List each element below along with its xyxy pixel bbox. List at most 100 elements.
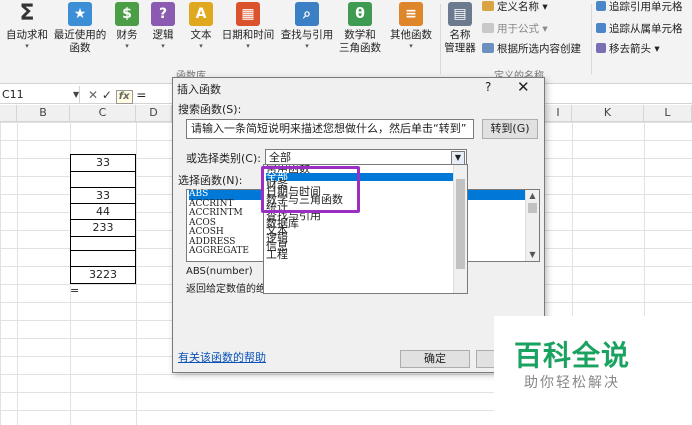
function-description: 返回给定数值的绝 bbox=[186, 284, 266, 295]
logical-button[interactable]: ? 逻辑 ▾ bbox=[146, 0, 180, 70]
column-header-d[interactable]: D bbox=[136, 105, 172, 122]
chevron-down-icon: ▾ bbox=[246, 42, 250, 50]
trace-precedents-icon bbox=[596, 1, 606, 11]
create-from-selection-button[interactable]: 根据所选内容创建 bbox=[482, 42, 581, 56]
formula-bar-icons: ✕ ✓ fx = bbox=[88, 86, 146, 104]
column-header-k[interactable]: K bbox=[572, 105, 644, 122]
name-box[interactable]: C11 bbox=[0, 86, 80, 104]
list-item[interactable]: 信息 bbox=[266, 241, 467, 252]
autosum-label: 自动求和 bbox=[6, 29, 48, 41]
recent-functions-label: 最近使用的 函数 bbox=[53, 29, 107, 54]
confirm-entry-icon[interactable]: ✓ bbox=[102, 88, 112, 102]
math-trig-button[interactable]: θ 数学和 三角函数 bbox=[336, 0, 384, 70]
scroll-thumb[interactable] bbox=[456, 179, 465, 269]
column-header-c[interactable]: C bbox=[70, 105, 136, 122]
create-from-selection-label: 根据所选内容创建 bbox=[497, 43, 581, 55]
use-in-formula-button[interactable]: 用于公式 ▾ bbox=[482, 22, 548, 36]
financial-label: 财务 bbox=[116, 29, 138, 41]
name-manager-label: 名称 管理器 bbox=[444, 29, 476, 54]
define-name-button[interactable]: 定义名称 ▾ bbox=[482, 0, 548, 14]
list-item[interactable]: 逻辑 bbox=[266, 233, 467, 244]
column-header-b[interactable]: B bbox=[17, 105, 70, 122]
chevron-down-icon[interactable]: ▼ bbox=[526, 249, 539, 261]
category-label: 或选择类别(C): bbox=[186, 152, 261, 165]
select-all-corner[interactable] bbox=[0, 105, 17, 122]
search-function-label: 搜索函数(S): bbox=[178, 103, 242, 116]
more-functions-label: 其他函数 bbox=[390, 29, 432, 41]
chevron-down-icon: ▾ bbox=[25, 42, 29, 50]
book-search-icon: ⌕ bbox=[295, 2, 319, 26]
grid-line bbox=[136, 122, 137, 425]
text-button[interactable]: A 文本 ▾ bbox=[184, 0, 218, 70]
grid-create-icon bbox=[482, 43, 494, 53]
chevron-down-icon[interactable]: ▼ bbox=[451, 151, 465, 165]
dropdown-scrollbar[interactable] bbox=[453, 165, 467, 293]
column-header-l[interactable]: L bbox=[644, 105, 692, 122]
remove-arrows-button[interactable]: 移去箭头 ▾ bbox=[596, 42, 660, 56]
book-logic-icon: ? bbox=[151, 2, 175, 26]
autosum-button[interactable]: Σ 自动求和 ▾ bbox=[2, 0, 52, 70]
trace-precedents-button[interactable]: 追踪引用单元格 bbox=[596, 0, 683, 14]
remove-arrows-label: 移去箭头 bbox=[609, 43, 651, 55]
chevron-down-icon: ▾ bbox=[125, 42, 129, 50]
column-header-i[interactable]: I bbox=[545, 105, 572, 122]
cell-c11-formula[interactable]: = bbox=[70, 284, 79, 297]
go-button[interactable]: 转到(G) bbox=[482, 119, 538, 139]
search-function-input[interactable]: 请输入一条简短说明来描述您想做什么，然后单击“转到” bbox=[186, 119, 474, 139]
cell-c5[interactable]: 3223 bbox=[70, 266, 136, 284]
help-icon[interactable]: ? bbox=[485, 80, 491, 94]
tag-icon bbox=[482, 1, 494, 11]
dialog-title: 插入函数 bbox=[177, 83, 221, 96]
cell-c1[interactable]: 33 bbox=[70, 154, 136, 172]
annotation-highlight-box bbox=[261, 166, 360, 213]
text-label: 文本 bbox=[190, 29, 212, 41]
formula-text: = bbox=[136, 88, 147, 102]
trace-dependents-icon bbox=[596, 23, 606, 33]
select-function-label: 选择函数(N): bbox=[178, 174, 243, 187]
define-name-label: 定义名称 bbox=[497, 1, 539, 13]
remove-arrows-icon bbox=[596, 43, 606, 53]
trace-dependents-button[interactable]: 追踪从属单元格 bbox=[596, 22, 683, 36]
more-functions-button[interactable]: ≡ 其他函数 ▾ bbox=[386, 0, 436, 70]
watermark: 百科全说 助你轻松解决 bbox=[494, 316, 692, 425]
chevron-up-icon[interactable]: ▲ bbox=[526, 190, 539, 202]
chevron-down-icon: ▾ bbox=[161, 42, 165, 50]
watermark-subtitle: 助你轻松解决 bbox=[524, 375, 620, 391]
name-tag-icon: ▤ bbox=[448, 2, 472, 26]
math-trig-label: 数学和 三角函数 bbox=[339, 29, 381, 54]
insert-function-icon[interactable]: fx bbox=[115, 90, 133, 104]
watermark-title: 百科全说 bbox=[514, 339, 631, 372]
financial-button[interactable]: $ 财务 ▾ bbox=[110, 0, 144, 70]
sigma-icon: Σ bbox=[19, 1, 35, 26]
book-calendar-icon: ▦ bbox=[236, 2, 260, 26]
group-separator bbox=[440, 4, 441, 74]
ok-button[interactable]: 确定 bbox=[400, 350, 470, 368]
book-math-icon: θ bbox=[348, 2, 372, 26]
cancel-entry-icon[interactable]: ✕ bbox=[88, 88, 98, 102]
grid-line bbox=[17, 122, 18, 425]
list-item[interactable]: 数据库 bbox=[266, 218, 467, 229]
close-icon[interactable]: ✕ bbox=[517, 78, 530, 96]
cell-c4[interactable]: 233 bbox=[70, 219, 136, 237]
formula-icon bbox=[482, 23, 494, 33]
book-text-icon: A bbox=[189, 2, 213, 26]
books-more-icon: ≡ bbox=[399, 2, 423, 26]
datetime-button[interactable]: ▦ 日期和时间 ▾ bbox=[219, 0, 277, 70]
name-manager-button[interactable]: ▤ 名称 管理器 bbox=[442, 0, 478, 70]
chevron-down-icon: ▾ bbox=[305, 42, 309, 50]
list-item[interactable]: 工程 bbox=[266, 249, 467, 260]
lookup-reference-label: 查找与引用 bbox=[280, 29, 334, 41]
lookup-reference-button[interactable]: ⌕ 查找与引用 ▾ bbox=[278, 0, 336, 70]
use-in-formula-label: 用于公式 bbox=[497, 23, 539, 35]
logical-label: 逻辑 bbox=[152, 29, 174, 41]
chevron-down-icon: ▾ bbox=[199, 42, 203, 50]
function-list-scrollbar[interactable]: ▲ ▼ bbox=[525, 190, 539, 261]
function-help-link[interactable]: 有关该函数的帮助 bbox=[178, 349, 266, 365]
group-separator bbox=[591, 4, 592, 74]
recent-functions-button[interactable]: ★ 最近使用的 函数 bbox=[52, 0, 108, 70]
chevron-down-icon: ▾ bbox=[409, 42, 413, 50]
scroll-thumb[interactable] bbox=[528, 203, 537, 213]
ribbon: Σ 自动求和 ▾ ★ 最近使用的 函数 $ 财务 ▾ ? 逻辑 ▾ A 文本 ▾… bbox=[0, 0, 692, 84]
book-star-icon: ★ bbox=[68, 2, 92, 26]
chevron-down-icon[interactable]: ▼ bbox=[73, 86, 79, 104]
